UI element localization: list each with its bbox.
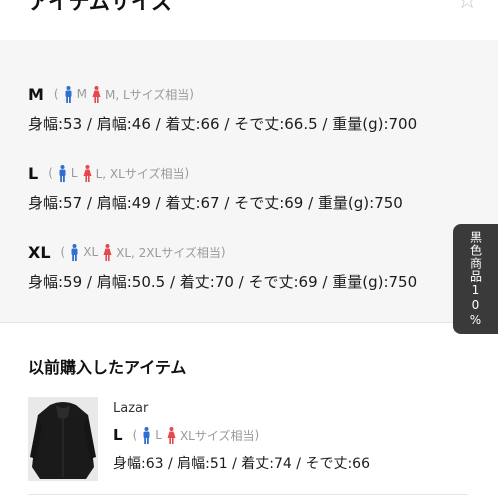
close-icon[interactable]: ☆ [456, 0, 478, 12]
past-purchase-title: 以前購入したアイテム [28, 358, 187, 377]
women-icon [92, 85, 101, 103]
women-size: M, Lサイズ相当 [104, 87, 190, 102]
men-icon [65, 85, 72, 103]
size-label: M [28, 84, 44, 104]
size-label: XL [28, 242, 51, 262]
jacket-image [28, 397, 98, 481]
size-measurements: 身幅:59 / 肩幅:50.5 / 着丈:70 / そで丈:69 / 重量(g)… [28, 273, 418, 291]
item-thumbnail[interactable] [28, 397, 98, 481]
women-size: XLサイズ相当 [179, 428, 255, 443]
modal-header: アイテムサイズ ☆ [0, 0, 498, 40]
women-icon [167, 426, 176, 444]
size-row-xl: XL ( XL XL, 2XLサイズ相当 ) 身幅:59 / 肩幅:50.5 /… [28, 242, 418, 292]
item-measurements: 身幅:63 / 肩幅:51 / 着丈:74 / そで丈:66 [113, 456, 370, 472]
size-measurements: 身幅:57 / 肩幅:49 / 着丈:67 / そで丈:69 / 重量(g):7… [28, 194, 403, 212]
size-label: L [113, 426, 123, 444]
women-icon [103, 243, 112, 261]
women-size: L, XLサイズ相当 [95, 166, 185, 181]
bottom-divider [28, 494, 468, 495]
size-measurements: 身幅:53 / 肩幅:46 / 着丈:66 / そで丈:66.5 / 重量(g)… [28, 115, 418, 133]
men-icon [71, 243, 78, 261]
size-row-l: L ( L L, XLサイズ相当 ) 身幅:57 / 肩幅:49 / 着丈:67… [28, 163, 403, 213]
promo-side-tab-label: 黒色商品10% [468, 230, 483, 328]
men-size: M [76, 87, 87, 101]
size-row-m: M ( M M, Lサイズ相当 ) 身幅:53 / 肩幅:46 / 着丈:66 … [28, 84, 418, 134]
men-icon [59, 164, 66, 182]
past-purchase-section: 以前購入したアイテム Lazar L ( L XLサイズ相当 ) 身幅:63 /… [0, 323, 498, 498]
item-name: Lazar [113, 401, 149, 416]
women-icon [83, 164, 92, 182]
men-size: L [155, 428, 162, 442]
promo-side-tab[interactable]: 黒色商品10% [453, 224, 498, 334]
men-size: XL [83, 245, 99, 259]
modal-title: アイテムサイズ [28, 0, 173, 14]
item-size-row: L ( L XLサイズ相当 ) [113, 426, 260, 444]
men-size: L [70, 166, 78, 180]
size-chart-section: M ( M M, Lサイズ相当 ) 身幅:53 / 肩幅:46 / 着丈:66 … [0, 40, 498, 322]
women-size: XL, 2XLサイズ相当 [116, 245, 221, 260]
size-label: L [28, 163, 39, 183]
men-icon [143, 426, 150, 444]
